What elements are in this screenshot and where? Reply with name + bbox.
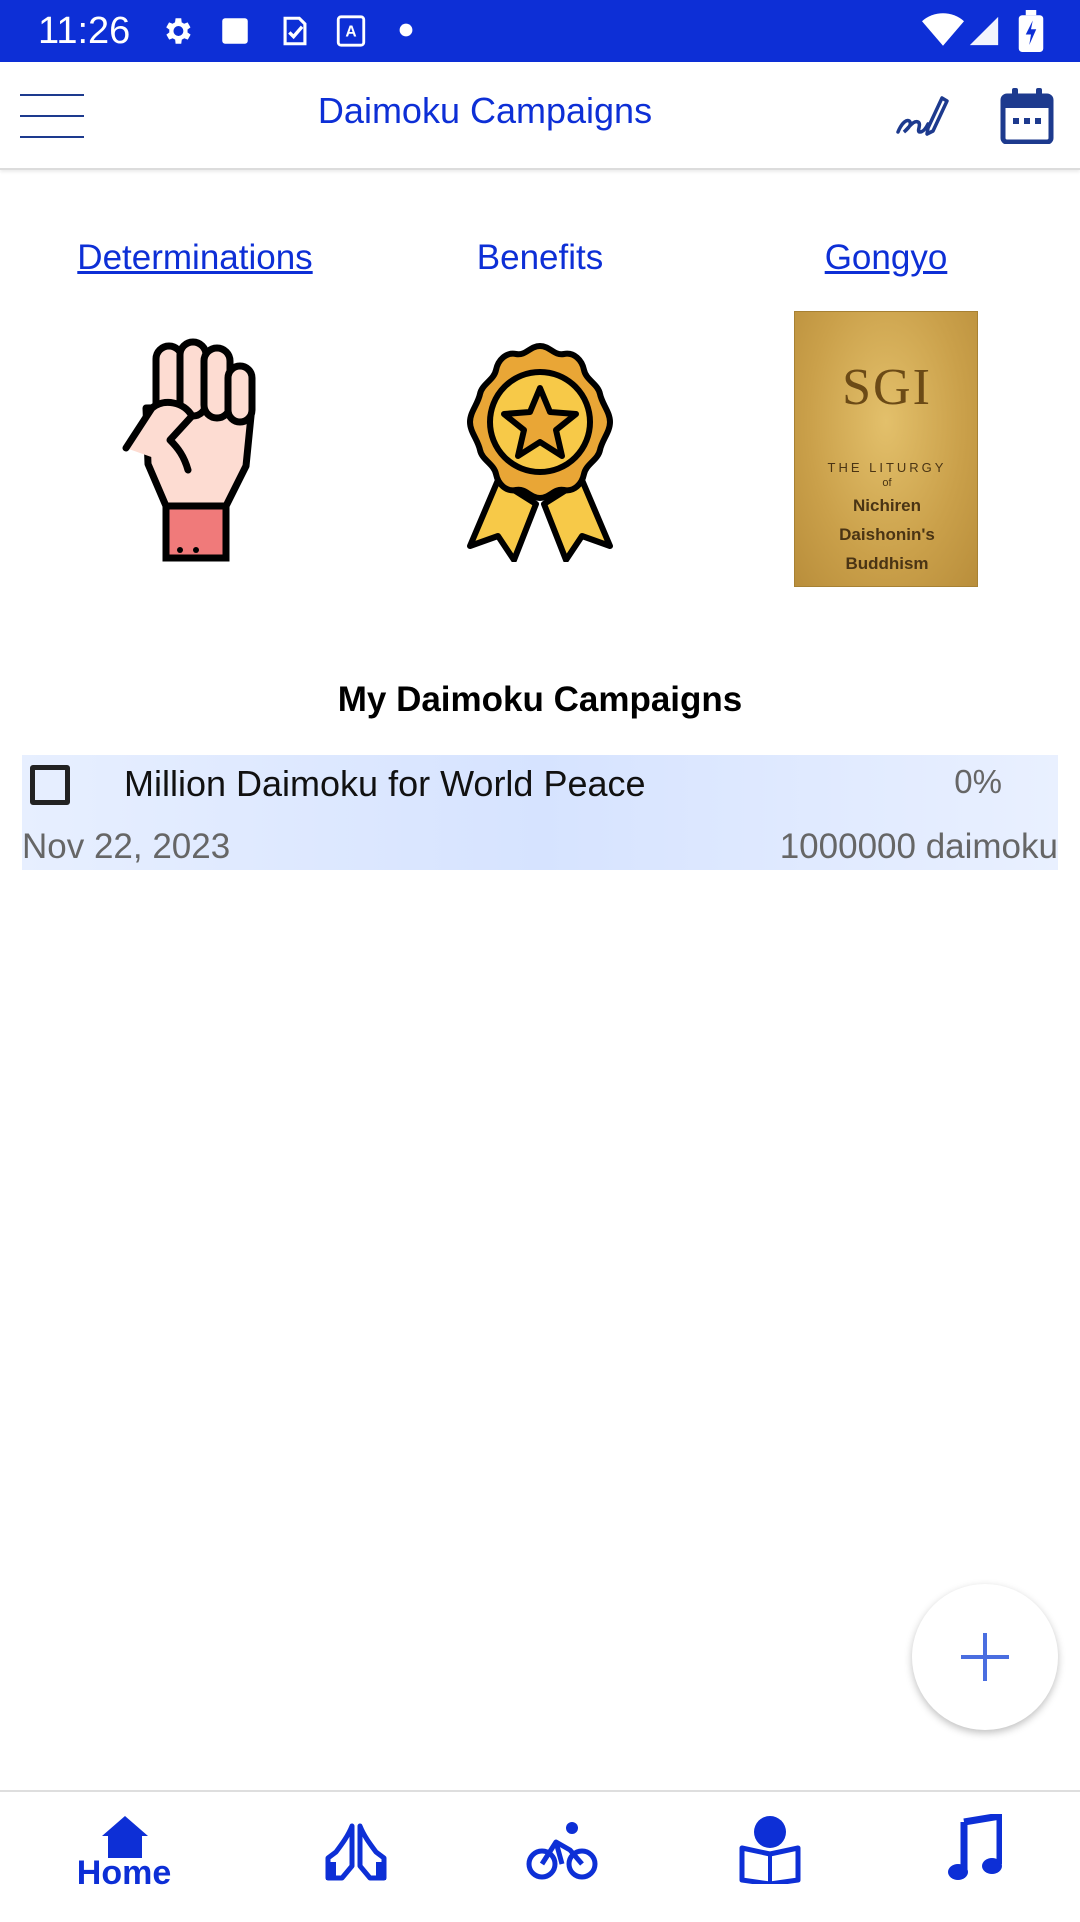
wifi-icon [922,13,964,46]
praying-hands-icon [325,1823,387,1881]
nav-study[interactable] [710,1810,830,1910]
campaign-checkbox[interactable] [30,765,70,805]
gongyo-link[interactable]: Gongyo [736,238,1036,278]
campaign-row[interactable]: Million Daimoku for World Peace 0% Nov 2… [22,755,1058,870]
dot-icon [399,23,413,37]
determinations-link[interactable]: Determinations [40,238,350,278]
book-title: THE LITURGY of Nichiren Daishonin's Budd… [827,460,947,573]
signature-icon[interactable] [894,92,950,142]
nav-home-label: Home [76,1854,172,1892]
music-note-icon [948,1814,1002,1880]
battery-icon [1018,10,1044,52]
nav-home[interactable]: Home [64,1810,184,1910]
signal-icon [969,16,999,46]
svg-text:A: A [345,24,356,41]
nav-activity[interactable] [502,1810,622,1910]
square-icon [222,18,248,44]
add-campaign-button[interactable] [912,1584,1058,1730]
page-title: Daimoku Campaigns [317,90,653,131]
status-time: 11:26 [38,10,131,52]
menu-button[interactable] [20,94,84,138]
status-bar: 11:26 A [0,0,1080,62]
plus-icon [961,1633,1009,1681]
settings-icon [166,18,191,44]
section-title: My Daimoku Campaigns [337,680,743,719]
campaign-percent: 0% [954,763,1002,800]
award-ribbon-icon[interactable] [452,340,628,562]
calendar-icon[interactable] [1000,88,1054,144]
nav-music[interactable] [914,1810,1034,1910]
campaign-name: Million Daimoku for World Peace [124,763,646,804]
raised-fist-icon[interactable] [118,336,278,562]
app-bar: Daimoku Campaigns [0,62,1080,170]
home-icon [102,1816,148,1858]
campaign-goal: 1000000 daimoku [779,827,1058,866]
nav-prayer[interactable] [296,1810,416,1910]
text-icon: A [336,15,366,47]
gongyo-book-image[interactable]: SGI THE LITURGY of Nichiren Daishonin's … [794,311,978,587]
task-icon [283,16,307,46]
book-logo: SGI [842,359,932,416]
cyclist-icon [526,1822,598,1880]
benefits-link[interactable]: Benefits [390,238,690,278]
reading-icon [739,1816,801,1884]
bottom-nav: Home [0,1790,1080,1922]
campaign-date: Nov 22, 2023 [22,827,231,866]
